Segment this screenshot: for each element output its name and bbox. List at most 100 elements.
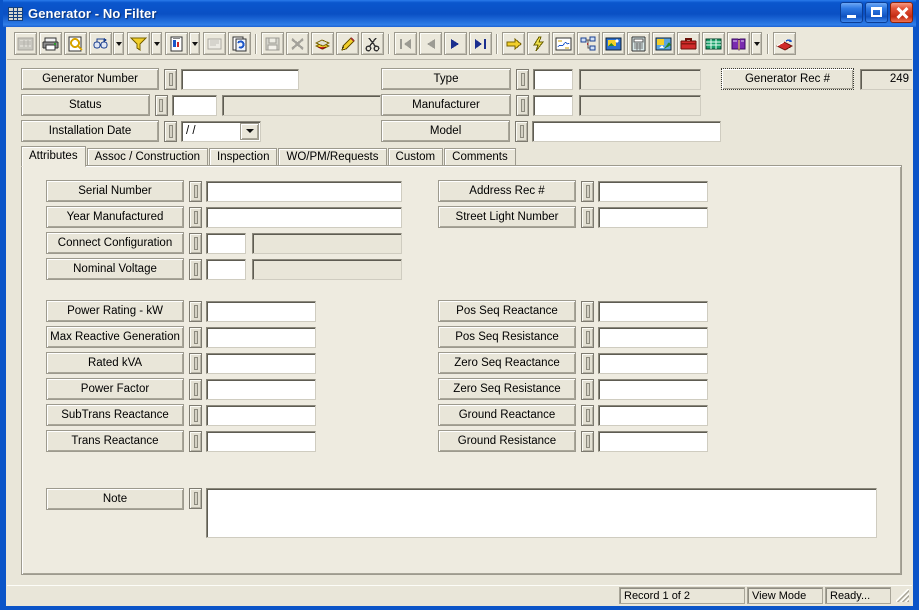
field-lock-icon[interactable] [189, 180, 202, 202]
field-lock-icon[interactable] [581, 404, 594, 426]
toolbar-quick-action-icon[interactable] [527, 32, 550, 55]
field-lock-icon[interactable] [164, 120, 177, 142]
toolbar-report-icon-dropdown[interactable] [189, 32, 200, 55]
toolbar-next-record-icon[interactable] [444, 32, 467, 55]
field-label-button[interactable]: SubTrans Reactance [46, 404, 184, 426]
field-lock-icon[interactable] [189, 430, 202, 452]
field-input[interactable] [206, 206, 402, 228]
chevron-down-icon[interactable] [240, 122, 259, 140]
field-code-input[interactable] [206, 258, 246, 280]
field-label-button[interactable]: Manufacturer [381, 94, 511, 116]
field-input[interactable] [206, 352, 316, 374]
field-lock-icon[interactable] [581, 300, 594, 322]
toolbar-print-icon[interactable] [39, 32, 62, 55]
toolbar-tree-view-icon[interactable] [577, 32, 600, 55]
field-lock-icon[interactable] [189, 300, 202, 322]
note-input[interactable] [206, 488, 877, 538]
field-input[interactable] [598, 352, 708, 374]
field-lock-icon[interactable] [581, 326, 594, 348]
toolbar-refresh-record-icon[interactable] [228, 32, 251, 55]
toolbar-image-icon[interactable] [602, 32, 625, 55]
tab-inspection[interactable]: Inspection [209, 148, 278, 166]
title-bar[interactable]: Generator - No Filter [3, 0, 916, 27]
tab-custom[interactable]: Custom [387, 148, 444, 166]
field-lock-icon[interactable] [515, 120, 529, 142]
field-input[interactable] [206, 180, 402, 202]
resize-grip-icon[interactable] [895, 588, 910, 603]
tab-comments[interactable]: Comments [444, 148, 516, 166]
field-code-input[interactable] [171, 94, 217, 116]
field-input[interactable] [206, 326, 316, 348]
field-input[interactable] [598, 326, 708, 348]
field-input[interactable] [598, 206, 708, 228]
field-label-button[interactable]: Rated kVA [46, 352, 184, 374]
field-label-button[interactable]: Zero Seq Resistance [438, 378, 576, 400]
field-input[interactable] [598, 300, 708, 322]
toolbar-export-icon[interactable] [773, 32, 796, 55]
field-label-button[interactable]: Status [21, 94, 150, 116]
field-label-button[interactable]: Serial Number [46, 180, 184, 202]
generator-rec-button[interactable]: Generator Rec # [721, 68, 854, 90]
date-combo[interactable]: / / [181, 120, 261, 142]
field-label-button[interactable]: Address Rec # [438, 180, 576, 202]
toolbar-spreadsheet-icon[interactable] [702, 32, 725, 55]
field-input[interactable] [206, 404, 316, 426]
field-input[interactable] [598, 180, 708, 202]
field-lock-icon[interactable] [189, 378, 202, 400]
toolbar-copy-record-icon[interactable] [311, 32, 334, 55]
field-lock-icon[interactable] [189, 232, 202, 254]
toolbar-help-book-icon-dropdown[interactable] [751, 32, 762, 55]
field-input[interactable] [206, 430, 316, 452]
field-label-button[interactable]: Ground Resistance [438, 430, 576, 452]
tab-wo-pm-requests[interactable]: WO/PM/Requests [278, 148, 387, 166]
toolbar-filter-icon-dropdown[interactable] [151, 32, 162, 55]
toolbar-map-icon[interactable] [552, 32, 575, 55]
field-input[interactable] [598, 430, 708, 452]
maximize-button[interactable] [865, 2, 888, 23]
toolbar-toolbox-icon[interactable] [677, 32, 700, 55]
field-lock-icon[interactable] [581, 430, 594, 452]
toolbar-sketch-icon[interactable] [652, 32, 675, 55]
field-lock-icon[interactable] [189, 404, 202, 426]
field-lock-icon[interactable] [581, 206, 594, 228]
toolbar-edit-icon[interactable] [336, 32, 359, 55]
field-label-button[interactable]: Ground Reactance [438, 404, 576, 426]
field-label-button[interactable]: Installation Date [21, 120, 159, 142]
field-lock-icon[interactable] [164, 68, 177, 90]
field-label-button[interactable]: Generator Number [21, 68, 159, 90]
tab-attributes[interactable]: Attributes [21, 146, 86, 167]
toolbar-calculator-icon[interactable] [627, 32, 650, 55]
toolbar-filter-icon[interactable] [127, 32, 150, 55]
toolbar-find-icon[interactable] [89, 32, 112, 55]
note-lock-icon[interactable] [189, 488, 202, 509]
field-lock-icon[interactable] [189, 258, 202, 280]
field-input[interactable] [181, 68, 299, 90]
field-input[interactable] [206, 378, 316, 400]
field-code-input[interactable] [533, 94, 573, 116]
toolbar-last-record-icon[interactable] [469, 32, 492, 55]
field-code-input[interactable] [533, 68, 573, 90]
toolbar-help-book-icon[interactable] [727, 32, 750, 55]
field-label-button[interactable]: Power Rating - kW [46, 300, 184, 322]
field-code-input[interactable] [206, 232, 246, 254]
tab-assoc-construction[interactable]: Assoc / Construction [86, 148, 209, 166]
field-label-button[interactable]: Street Light Number [438, 206, 576, 228]
note-label[interactable]: Note [46, 488, 184, 510]
field-label-button[interactable]: Nominal Voltage [46, 258, 184, 280]
field-label-button[interactable]: Power Factor [46, 378, 184, 400]
field-lock-icon[interactable] [189, 352, 202, 374]
toolbar-print-preview-icon[interactable] [64, 32, 87, 55]
field-input[interactable] [598, 404, 708, 426]
minimize-button[interactable] [840, 2, 863, 23]
field-input[interactable] [598, 378, 708, 400]
field-label-button[interactable]: Pos Seq Reactance [438, 300, 576, 322]
field-label-button[interactable]: Type [381, 68, 511, 90]
field-input[interactable] [532, 120, 721, 142]
field-label-button[interactable]: Max Reactive Generation [46, 326, 184, 348]
toolbar-report-icon[interactable] [165, 32, 188, 55]
field-input[interactable] [206, 300, 316, 322]
field-label-button[interactable]: Year Manufactured [46, 206, 184, 228]
field-label-button[interactable]: Pos Seq Resistance [438, 326, 576, 348]
field-lock-icon[interactable] [154, 94, 168, 116]
field-lock-icon[interactable] [581, 180, 594, 202]
